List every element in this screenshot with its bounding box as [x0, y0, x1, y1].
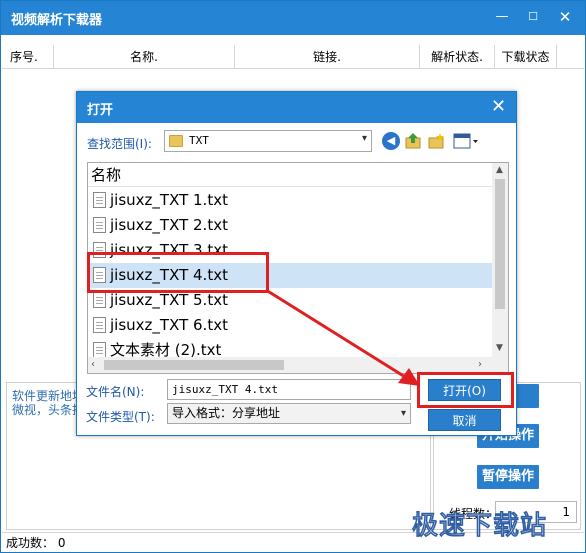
annotation-arrow	[265, 288, 420, 386]
watermark: 极速下载站	[412, 511, 548, 542]
